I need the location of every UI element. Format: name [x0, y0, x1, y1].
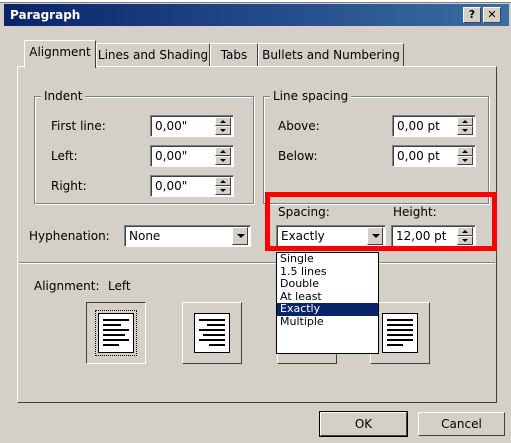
list-item[interactable]: Single — [277, 252, 378, 266]
align-justify-icon — [382, 313, 418, 353]
tab-tabs[interactable]: Tabs — [210, 43, 258, 67]
align-left-button[interactable] — [86, 302, 146, 364]
align-right-button[interactable] — [182, 302, 242, 364]
list-item[interactable]: Double — [277, 277, 378, 291]
window-top-edge — [0, 0, 511, 3]
spacing-dropdown-list[interactable]: Single 1.5 lines Double At least Exactly… — [276, 252, 379, 354]
dialog-title: Paragraph — [10, 8, 81, 22]
line-spacing-legend: Line spacing — [270, 89, 352, 103]
alignment-label: Alignment: — [34, 279, 100, 293]
align-right-icon — [194, 313, 230, 353]
alignment-value: Left — [108, 279, 131, 293]
tab-alignment[interactable]: Alignment — [24, 40, 96, 68]
chevron-down-icon[interactable] — [232, 227, 248, 245]
list-item[interactable]: Multiple — [277, 315, 378, 329]
title-bar: Paragraph ? ✕ — [4, 4, 509, 26]
spin-up-icon[interactable] — [457, 117, 473, 126]
separator — [19, 262, 495, 264]
help-button[interactable]: ? — [463, 7, 481, 23]
spin-down-icon[interactable] — [215, 156, 231, 165]
tab-bullets-and-numbering[interactable]: Bullets and Numbering — [258, 43, 404, 67]
spin-up-icon[interactable] — [457, 147, 473, 156]
left-indent-spinner[interactable] — [215, 147, 231, 165]
left-indent-label: Left: — [51, 149, 78, 163]
spin-up-icon[interactable] — [215, 177, 231, 186]
highlight-box — [265, 192, 497, 251]
right-indent-label: Right: — [51, 179, 87, 193]
cancel-button[interactable]: Cancel — [418, 412, 505, 436]
spin-up-icon[interactable] — [215, 147, 231, 156]
list-item-selected[interactable]: Exactly — [277, 302, 378, 316]
close-button[interactable]: ✕ — [483, 7, 501, 23]
spin-down-icon[interactable] — [457, 126, 473, 135]
spin-down-icon[interactable] — [215, 186, 231, 195]
below-spinner[interactable] — [457, 147, 473, 165]
align-justify-button[interactable] — [370, 302, 430, 364]
tab-lines-and-shading[interactable]: Lines and Shading — [96, 43, 210, 67]
spin-up-icon[interactable] — [215, 117, 231, 126]
right-indent-spinner[interactable] — [215, 177, 231, 195]
indent-legend: Indent — [41, 89, 86, 103]
above-spinner[interactable] — [457, 117, 473, 135]
spin-down-icon[interactable] — [457, 156, 473, 165]
first-line-spinner[interactable] — [215, 117, 231, 135]
align-left-icon — [95, 310, 137, 356]
hyphenation-label: Hyphenation: — [29, 229, 110, 243]
above-label: Above: — [278, 119, 320, 133]
ok-button[interactable]: OK — [319, 411, 408, 437]
first-line-label: First line: — [51, 119, 106, 133]
spin-down-icon[interactable] — [215, 126, 231, 135]
below-label: Below: — [278, 149, 318, 163]
